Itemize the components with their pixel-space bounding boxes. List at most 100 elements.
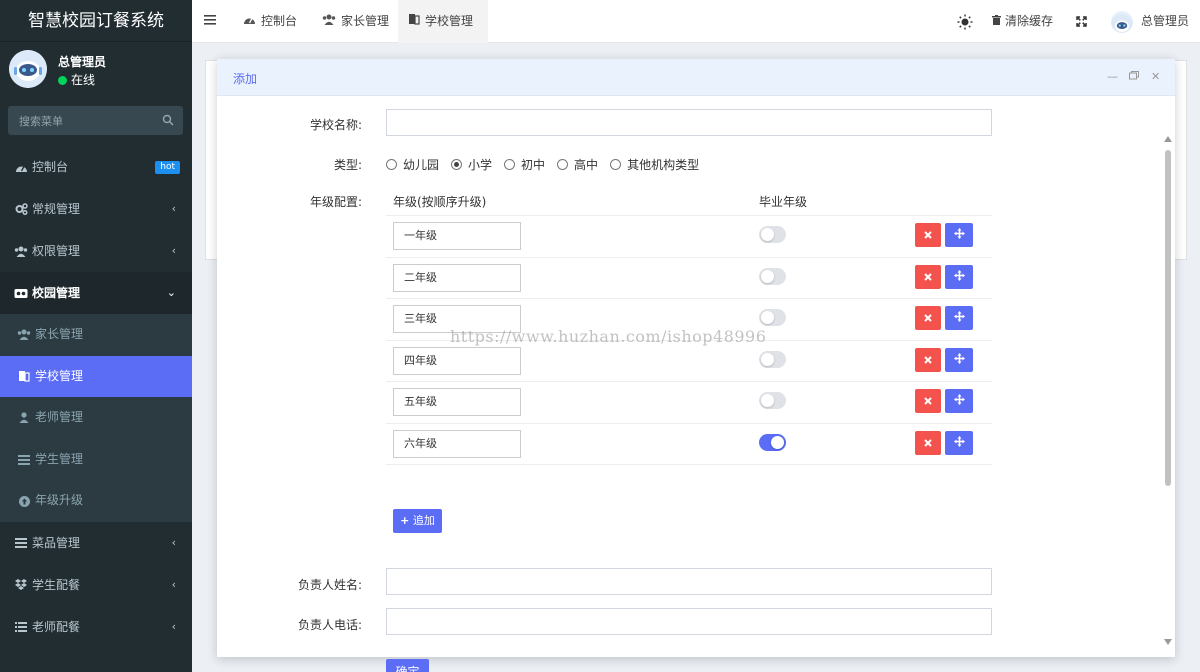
sidebar-item-general[interactable]: 常规管理 ‹ (0, 188, 192, 230)
sidebar-submenu: 家长管理 学校管理 老师管理 学生管理 年级升级 (0, 314, 192, 522)
arrows-icon (953, 435, 965, 450)
dashboard-icon (243, 0, 256, 43)
sidebar-menu: 控制台 hot 常规管理 ‹ 权限管理 ‹ 校园管理 ⌄ 家长管理 学校管理 老… (0, 146, 192, 648)
close-icon[interactable]: ✕ (1151, 70, 1160, 83)
grade-row: 二年级 (386, 258, 992, 299)
delete-row-button[interactable] (915, 389, 941, 413)
leader-phone-input[interactable] (386, 608, 992, 635)
type-radio-senior[interactable]: 高中 (557, 156, 598, 173)
user-panel: 总管理员 在线 (0, 42, 192, 98)
dialog-scrollbar[interactable] (1164, 136, 1172, 646)
radio-icon (557, 159, 569, 170)
sidebar-item-parents[interactable]: 家长管理 (0, 314, 192, 356)
search-input[interactable]: 搜索菜单 (8, 106, 183, 135)
type-radio-primary[interactable]: 小学 (451, 156, 492, 173)
arrows-icon (953, 269, 965, 284)
clear-cache-button[interactable]: 清除缓存 (992, 0, 1053, 43)
tab-schools[interactable]: 学校管理 (398, 0, 488, 43)
grade-row: 一年级 (386, 216, 992, 258)
scroll-up-icon[interactable] (1164, 136, 1172, 142)
delete-row-button[interactable] (915, 306, 941, 330)
append-row-button[interactable]: + 追加 (393, 509, 442, 533)
user-name: 总管理员 (58, 55, 107, 69)
arrows-icon (953, 352, 965, 367)
grade-name-input[interactable]: 六年级 (393, 429, 521, 458)
close-icon (924, 436, 932, 450)
dropbox-icon (14, 564, 28, 606)
school-icon (14, 272, 28, 314)
move-row-button[interactable] (945, 430, 973, 455)
tab-parents[interactable]: 家长管理 (312, 0, 399, 43)
book-icon (17, 356, 31, 398)
user-menu[interactable]: 总管理员 (1111, 0, 1189, 43)
grade-name-input[interactable]: 一年级 (393, 222, 521, 250)
move-row-button[interactable] (945, 389, 973, 413)
theme-toggle-icon[interactable] (957, 0, 973, 43)
tab-dashboard[interactable]: 控制台 (233, 0, 307, 43)
menu-toggle-icon[interactable] (204, 14, 216, 28)
sidebar-item-campus[interactable]: 校园管理 ⌄ (0, 272, 192, 314)
sidebar-item-student-meals[interactable]: 学生配餐 ‹ (0, 564, 192, 606)
close-icon (924, 270, 932, 284)
delete-row-button[interactable] (915, 347, 941, 372)
dialog-header: 添加 — ✕ (217, 59, 1175, 96)
radio-icon (386, 159, 397, 170)
sidebar-item-dishes[interactable]: 菜品管理 ‹ (0, 522, 192, 564)
move-row-button[interactable] (945, 306, 973, 330)
radio-checked-icon (451, 159, 463, 170)
sidebar-item-schools[interactable]: 学校管理 (0, 355, 192, 398)
graduate-toggle[interactable] (759, 309, 786, 326)
delete-row-button[interactable] (915, 430, 941, 455)
move-row-button[interactable] (945, 223, 973, 247)
leader-name-input[interactable] (386, 568, 992, 595)
grade-name-input[interactable]: 五年级 (393, 388, 521, 416)
user-icon (17, 397, 31, 439)
col-graduate-header: 毕业年级 (759, 195, 808, 209)
graduate-toggle[interactable] (759, 350, 786, 368)
users-icon (322, 0, 336, 43)
sidebar-item-teacher-meals[interactable]: 老师配餐 ‹ (0, 606, 192, 648)
graduate-toggle[interactable] (759, 433, 786, 451)
type-radio-other[interactable]: 其他机构类型 (610, 156, 699, 173)
fullscreen-icon[interactable] (1076, 0, 1087, 43)
grade-row: 四年级 (386, 341, 992, 382)
list-icon (14, 522, 28, 564)
graduate-toggle[interactable] (759, 267, 786, 285)
grade-name-input[interactable]: 四年级 (393, 346, 521, 375)
grade-row: 五年级 (386, 382, 992, 424)
scroll-down-icon[interactable] (1164, 639, 1172, 645)
grade-table-header: 年级(按顺序升级) 毕业年级 (386, 185, 992, 216)
search-icon[interactable] (162, 114, 174, 129)
maximize-icon[interactable] (1129, 70, 1139, 83)
close-icon (924, 394, 932, 408)
sidebar-item-students[interactable]: 学生管理 (0, 439, 192, 481)
confirm-button[interactable]: 确定 (386, 659, 429, 672)
type-radio-junior[interactable]: 初中 (504, 156, 545, 173)
delete-row-button[interactable] (915, 264, 941, 289)
move-row-button[interactable] (945, 347, 973, 372)
col-grade-header: 年级(按顺序升级) (393, 195, 487, 209)
arrows-icon (953, 311, 965, 325)
grade-config-label: 年级配置: (309, 195, 362, 209)
scroll-thumb[interactable] (1165, 150, 1171, 486)
sidebar-item-teachers[interactable]: 老师管理 (0, 397, 192, 439)
dashboard-icon (14, 146, 28, 188)
grade-row: 六年级 (386, 424, 992, 465)
graduate-toggle[interactable] (759, 392, 786, 409)
dialog-title: 添加 (233, 72, 258, 86)
chevron-left-icon: ‹ (171, 202, 176, 215)
graduate-toggle[interactable] (759, 226, 786, 243)
top-navbar: 控制台 家长管理 学校管理 清除缓存 总管理员 (192, 0, 1200, 43)
sidebar-item-permission[interactable]: 权限管理 ‹ (0, 230, 192, 272)
dialog-body: 学校名称: 类型: 幼儿园 小学 初中 高中 其他机构类型 年级配置: 年级(按… (217, 96, 1175, 672)
trash-icon (992, 0, 1001, 43)
sidebar-item-grade-upgrade[interactable]: 年级升级 (0, 480, 192, 522)
sidebar-item-dashboard[interactable]: 控制台 hot (0, 146, 192, 188)
minimize-icon[interactable]: — (1107, 70, 1118, 83)
move-row-button[interactable] (945, 264, 973, 289)
school-name-input[interactable] (386, 109, 992, 136)
delete-row-button[interactable] (915, 223, 941, 247)
add-dialog: 添加 — ✕ 学校名称: 类型: 幼儿园 小学 初中 高中 其他机构类型 年级配… (217, 59, 1175, 672)
type-radio-kindergarten[interactable]: 幼儿园 (386, 156, 439, 173)
grade-name-input[interactable]: 二年级 (393, 263, 521, 292)
